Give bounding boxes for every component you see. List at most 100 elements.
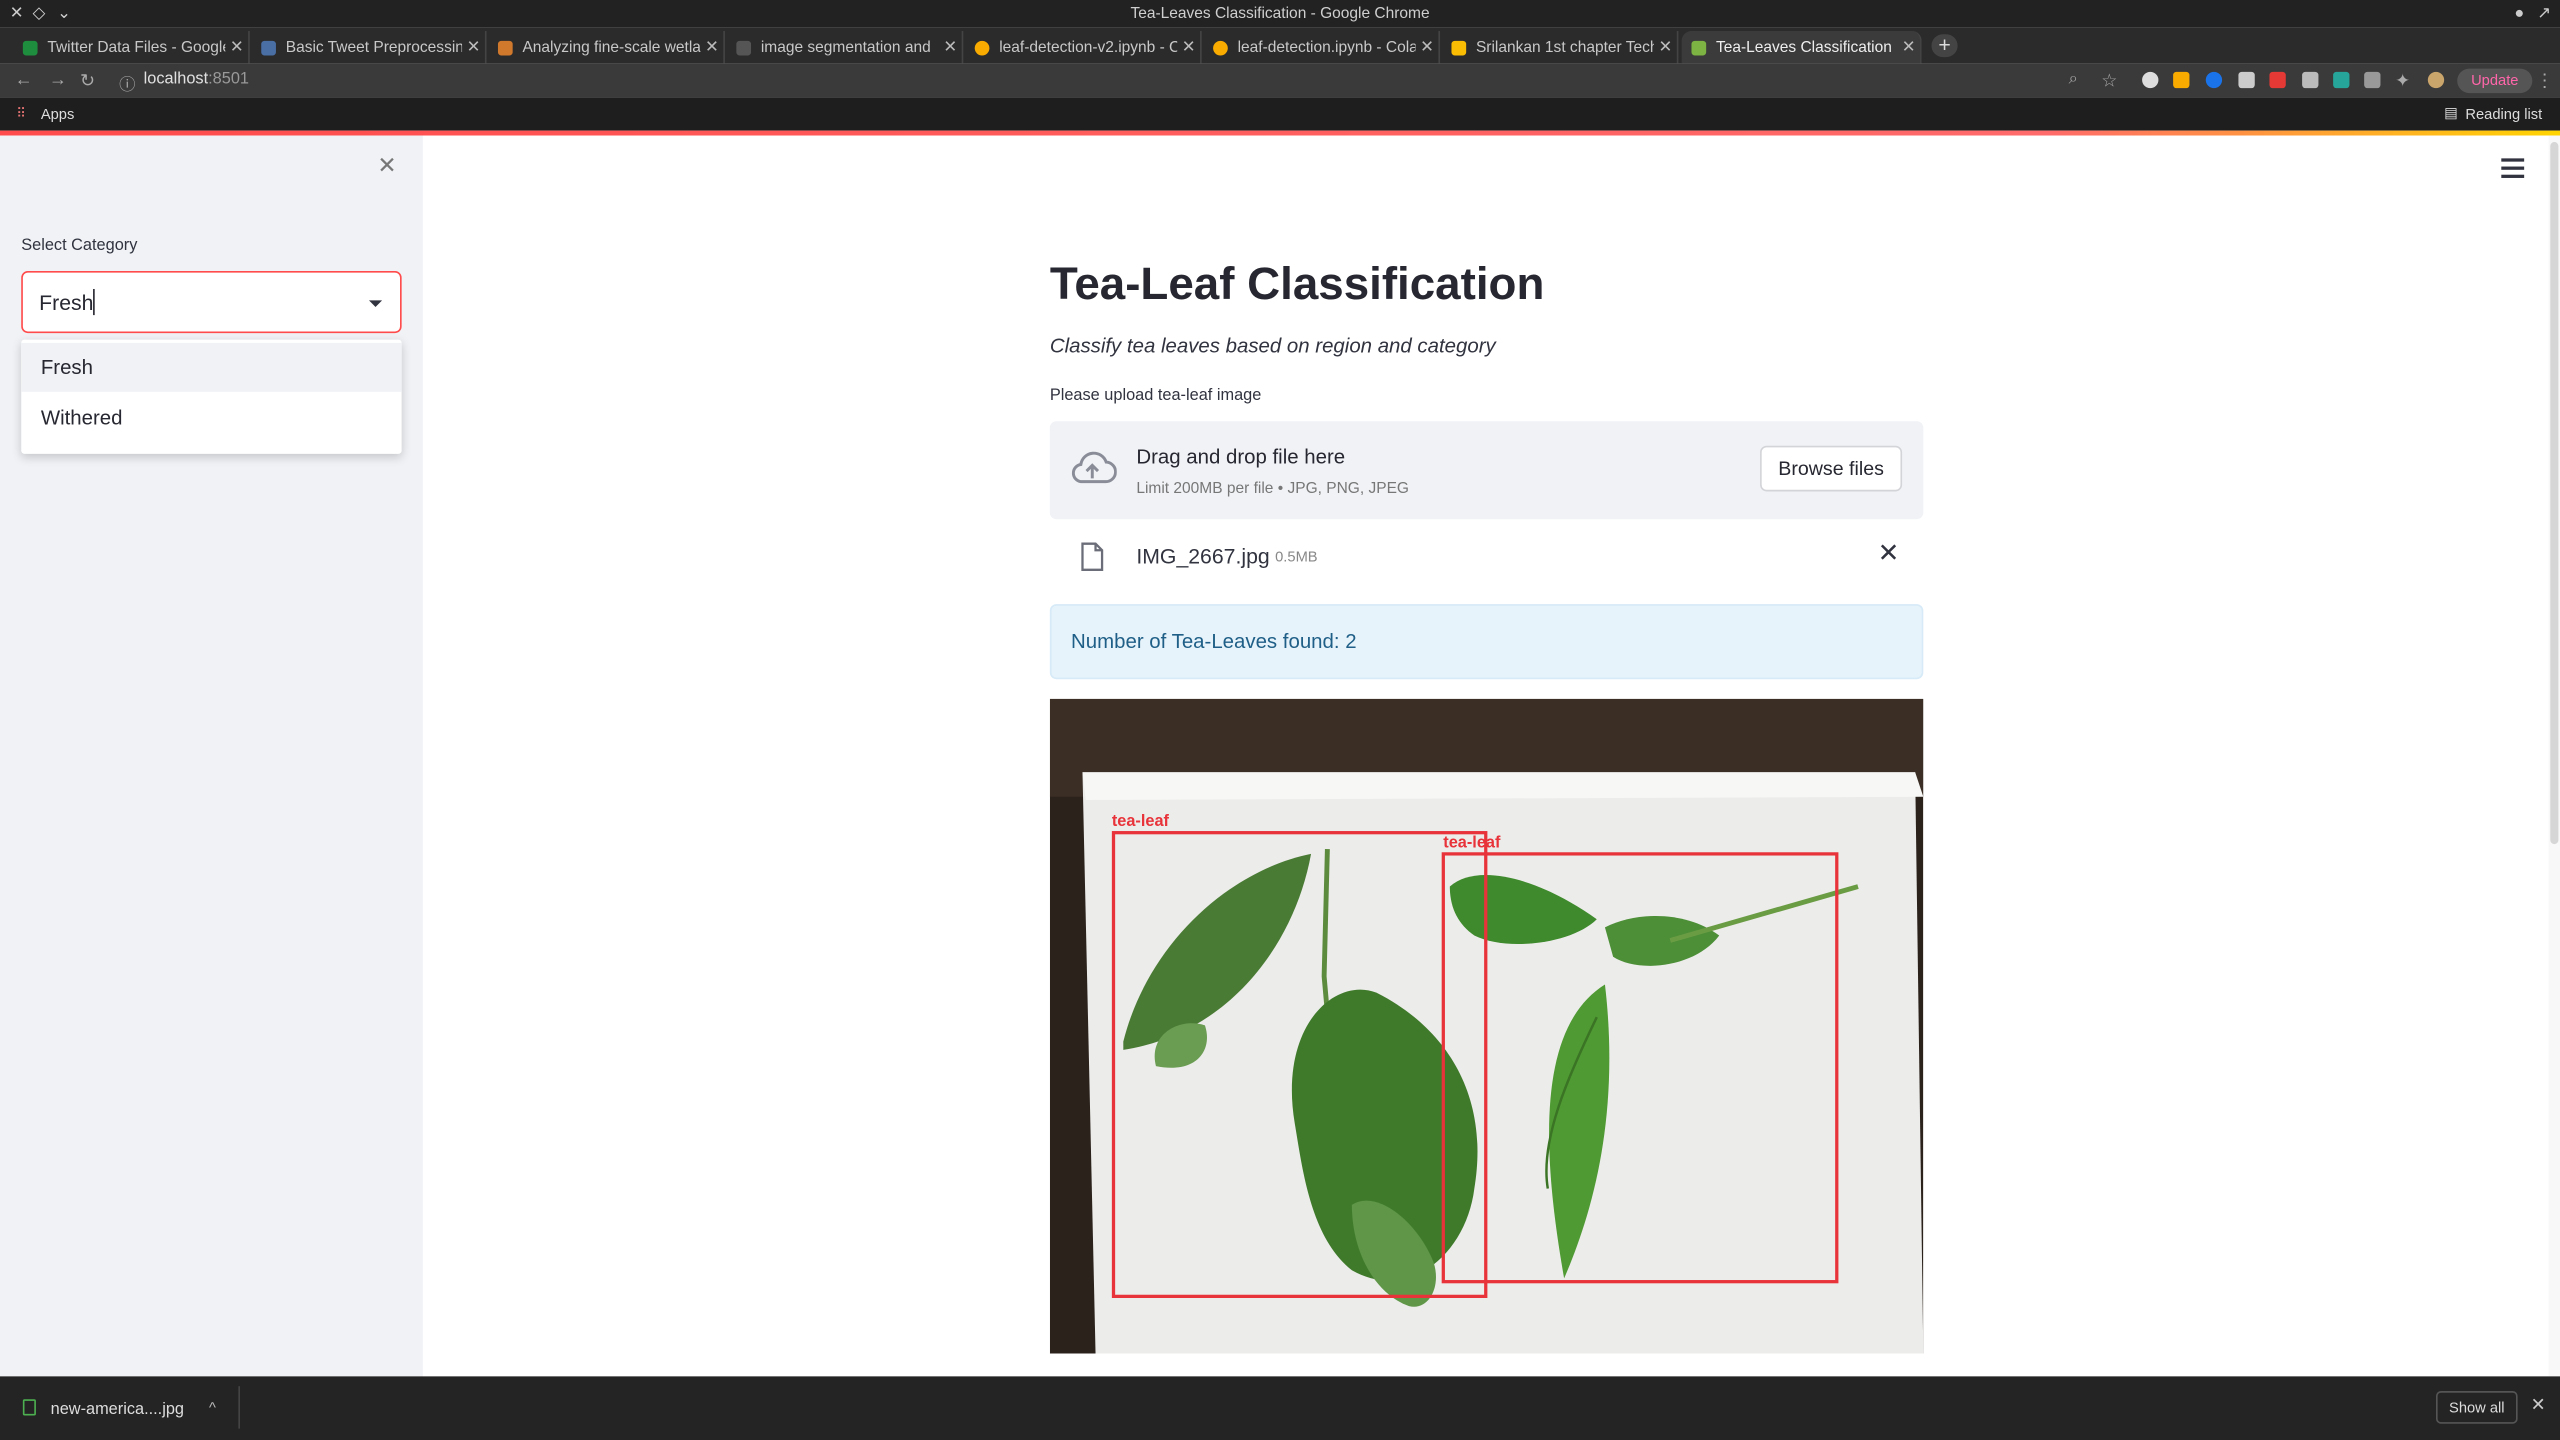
bookmark-star-icon[interactable]: ☆: [2101, 70, 2117, 92]
tab-label: Twitter Data Files - Google: [47, 38, 226, 57]
zoom-icon[interactable]: ⌕: [2069, 70, 2078, 88]
tab-close-icon[interactable]: ✕: [1654, 38, 1677, 56]
extension-icon[interactable]: [2302, 71, 2319, 89]
bounding-box-label: tea-leaf: [1443, 833, 1501, 851]
url-field[interactable]: localhost:8501: [144, 70, 249, 88]
tab-favicon-icon: [974, 40, 990, 55]
site-info-icon[interactable]: ⓘ: [119, 70, 135, 95]
tab-favicon-icon: [22, 40, 38, 55]
extension-icon[interactable]: [2205, 71, 2223, 89]
profile-avatar[interactable]: [2427, 71, 2445, 89]
file-dropzone[interactable]: Drag and drop file here Limit 200MB per …: [1049, 421, 1924, 520]
extension-icon[interactable]: [2142, 71, 2159, 89]
extension-icon[interactable]: [2269, 71, 2286, 89]
tab-close-icon[interactable]: ✕: [225, 38, 248, 56]
tab-6[interactable]: Srilankan 1st chapter Tech ✕: [1442, 31, 1679, 64]
image-file-icon: [22, 1399, 36, 1416]
chevron-up-icon[interactable]: ^: [209, 1399, 216, 1415]
tab-label: Analyzing fine-scale wetla: [522, 38, 701, 57]
tab-label: Basic Tweet Preprocessing: [285, 38, 463, 57]
upload-label: Please upload tea-leaf image: [1049, 386, 1262, 405]
page-title: Tea-Leaf Classification: [1049, 257, 1545, 309]
url-host: localhost: [143, 70, 209, 89]
tab-favicon-icon: [497, 40, 513, 55]
extension-icon[interactable]: [2173, 71, 2190, 89]
chrome-menu-icon[interactable]: ⋮: [2536, 70, 2554, 92]
sidebar: ✕ Select Category Fresh Fresh Withered: [0, 135, 423, 1377]
cloud-upload-icon: [1068, 449, 1117, 488]
back-icon[interactable]: ←: [15, 70, 33, 90]
hamburger-menu-icon[interactable]: [2501, 158, 2525, 178]
tab-4[interactable]: leaf-detection-v2.ipynb - C ✕: [965, 31, 1202, 64]
bookmarks-bar: ⠿ Apps ▤ Reading list: [0, 97, 2560, 131]
tab-label: Tea-Leaves Classification: [1715, 38, 1892, 57]
tab-label: leaf-detection.ipynb - Cola: [1237, 38, 1416, 57]
tab-favicon-icon: [261, 40, 276, 55]
dropzone-limit: Limit 200MB per file • JPG, PNG, JPEG: [1136, 480, 1410, 498]
dropdown-option-withered[interactable]: Withered: [21, 393, 401, 442]
bounding-box-label: tea-leaf: [1112, 812, 1170, 830]
category-select[interactable]: Fresh: [21, 271, 402, 334]
tea-leaves-count: Number of Tea-Leaves found: 2: [1071, 630, 1357, 654]
reading-list-icon[interactable]: ▤: [2444, 104, 2458, 122]
chrome-logo-icon: ●: [2514, 4, 2525, 23]
tab-5[interactable]: leaf-detection.ipynb - Cola ✕: [1203, 31, 1441, 64]
extension-icon[interactable]: [2364, 71, 2381, 89]
tab-0[interactable]: Twitter Data Files - Google ✕: [13, 31, 250, 64]
page-scrollbar[interactable]: [2548, 135, 2560, 1377]
tab-close-icon[interactable]: ✕: [1416, 38, 1439, 56]
tab-favicon-icon: [1451, 40, 1467, 55]
tab-label: image segmentation and: [760, 38, 931, 57]
text-caret: [93, 288, 95, 316]
divider: [238, 1386, 241, 1429]
tab-label: Srilankan 1st chapter Tech: [1475, 38, 1654, 57]
dropzone-instructions: Drag and drop file here: [1136, 445, 1346, 469]
file-name: IMG_2667.jpg: [1136, 543, 1270, 569]
file-icon: [1081, 542, 1104, 571]
forward-icon[interactable]: →: [49, 70, 67, 90]
sidebar-close-icon[interactable]: ✕: [374, 152, 400, 178]
chevron-down-icon[interactable]: [368, 300, 383, 307]
tab-close-icon[interactable]: ✕: [462, 38, 485, 56]
detection-image-svg: tea-leaf tea-leaf: [1049, 698, 1924, 1354]
tab-7-active[interactable]: Tea-Leaves Classification ✕: [1681, 31, 1922, 64]
extension-icon[interactable]: [2333, 71, 2350, 89]
tab-close-icon[interactable]: ✕: [1897, 38, 1920, 56]
apps-grid-icon[interactable]: ⠿: [16, 106, 26, 121]
tab-favicon-icon: [1213, 40, 1228, 55]
new-tab-icon[interactable]: +: [1931, 34, 1958, 58]
remove-file-icon[interactable]: ✕: [1878, 540, 1900, 569]
tab-favicon-icon: [736, 40, 752, 55]
tab-strip: Twitter Data Files - Google ✕ Basic Twee…: [0, 27, 2560, 64]
tab-label: leaf-detection-v2.ipynb - C: [999, 38, 1178, 57]
extension-icon[interactable]: [2238, 71, 2255, 89]
select-category-label: Select Category: [21, 236, 138, 255]
detection-result-image: tea-leaf tea-leaf: [1049, 698, 1924, 1354]
browse-files-button[interactable]: Browse files: [1760, 445, 1903, 492]
update-button[interactable]: Update: [2457, 68, 2533, 94]
window-pin-icon[interactable]: ↗: [2537, 5, 2551, 23]
info-alert: Number of Tea-Leaves found: 2: [1049, 604, 1924, 680]
apps-link[interactable]: Apps: [41, 106, 74, 122]
url-port: :8501: [208, 70, 249, 89]
downloads-bar: new-america....jpg ^ Show all ✕: [0, 1376, 2560, 1440]
file-size: 0.5MB: [1275, 548, 1318, 565]
tab-close-icon[interactable]: ✕: [700, 38, 723, 56]
category-dropdown-menu: Fresh Withered: [21, 339, 402, 454]
tab-close-icon[interactable]: ✕: [939, 38, 962, 56]
category-select-value[interactable]: Fresh: [39, 291, 93, 315]
tab-3[interactable]: image segmentation and ✕: [727, 31, 964, 64]
uploaded-file-row: IMG_2667.jpg 0.5MB ✕: [1050, 527, 1923, 586]
reading-list-link[interactable]: Reading list: [2465, 106, 2542, 122]
download-item[interactable]: new-america....jpg ^: [16, 1394, 236, 1423]
dropdown-option-fresh[interactable]: Fresh: [21, 342, 402, 392]
tab-close-icon[interactable]: ✕: [1177, 38, 1200, 56]
extensions-puzzle-icon[interactable]: ✦: [2395, 70, 2410, 92]
reload-icon[interactable]: ↻: [80, 70, 95, 92]
close-downloads-icon[interactable]: ✕: [2531, 1394, 2546, 1416]
download-file-name: new-america....jpg: [50, 1400, 185, 1419]
page-subtitle: Classify tea leaves based on region and …: [1049, 334, 1496, 358]
tab-2[interactable]: Analyzing fine-scale wetla ✕: [488, 31, 725, 64]
show-all-button[interactable]: Show all: [2435, 1391, 2518, 1424]
tab-1[interactable]: Basic Tweet Preprocessing ✕: [251, 31, 487, 64]
